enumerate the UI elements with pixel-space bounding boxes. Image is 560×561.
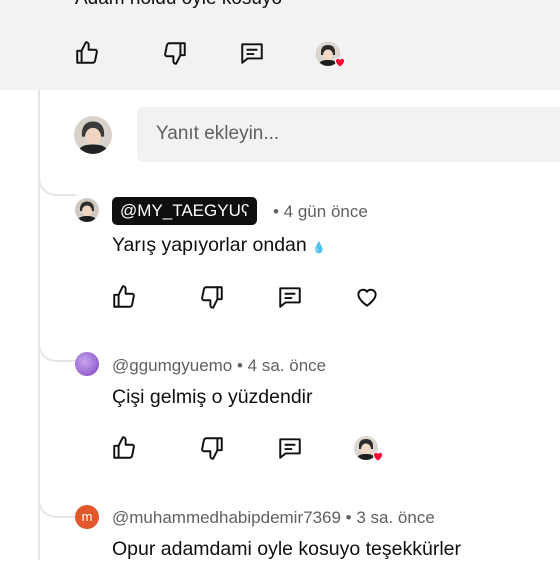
reply-handle-badge[interactable]: @MY_TAEGYUʕ <box>112 197 258 225</box>
dislike-button[interactable] <box>160 38 190 68</box>
avatar-letter: m <box>81 509 93 524</box>
reply-text: Yarış yapıyorlar ondan 💧 <box>112 234 326 256</box>
top-comment-container: Adam noldu oyle kosuyo <box>0 0 560 90</box>
like-icon <box>113 285 135 308</box>
user-avatar <box>74 116 112 154</box>
dislike-button[interactable] <box>197 433 227 463</box>
creator-heart-icon <box>372 451 384 462</box>
thread-connector <box>38 330 76 362</box>
thread-connector <box>38 172 76 196</box>
top-comment-text: Adam noldu oyle kosuyo <box>75 0 282 10</box>
reply-timestamp: • 4 sa. önce <box>237 356 327 375</box>
dislike-icon <box>201 286 223 309</box>
reply-timestamp: • 4 gün önce <box>273 202 368 221</box>
thread-connector <box>38 486 76 518</box>
reply-icon <box>241 43 263 64</box>
reply-button[interactable] <box>237 38 267 68</box>
reply-text: Opur adamdami oyle kosuyo teşekkürler <box>112 538 461 560</box>
heart-outline-icon <box>357 288 377 307</box>
reply-avatar[interactable] <box>75 198 99 222</box>
reply-button[interactable] <box>275 433 305 463</box>
reply-input-placeholder: Yanıt ekleyin... <box>156 123 280 144</box>
dislike-icon <box>164 42 186 65</box>
reply-icon <box>279 438 301 459</box>
like-icon <box>113 436 135 459</box>
dislike-button[interactable] <box>197 282 227 312</box>
reply-header: @ggumgyuemo • 4 sa. önce <box>112 356 326 376</box>
reply-handle[interactable]: @ggumgyuemo <box>112 356 232 375</box>
emoji: 💧 <box>312 242 326 254</box>
creator-heart-icon <box>334 57 346 68</box>
heart-button[interactable] <box>352 282 382 312</box>
reply-text: Çişi gelmiş o yüzdendir <box>112 386 313 408</box>
reply-header: @muhammedhabipdemir7369 • 3 sa. önce <box>112 508 435 528</box>
reply-button[interactable] <box>275 282 305 312</box>
reply-icon <box>279 287 301 308</box>
reply-timestamp: • 3 sa. önce <box>345 508 435 527</box>
like-icon <box>76 41 98 64</box>
reply-avatar[interactable] <box>75 352 99 376</box>
reply-input[interactable]: Yanıt ekleyin... <box>137 107 560 162</box>
like-button[interactable] <box>72 38 102 68</box>
reply-handle[interactable]: @muhammedhabipdemir7369 <box>112 508 341 527</box>
reply-avatar[interactable]: m <box>75 505 99 529</box>
like-button[interactable] <box>109 433 139 463</box>
dislike-icon <box>201 437 223 460</box>
like-button[interactable] <box>109 282 139 312</box>
